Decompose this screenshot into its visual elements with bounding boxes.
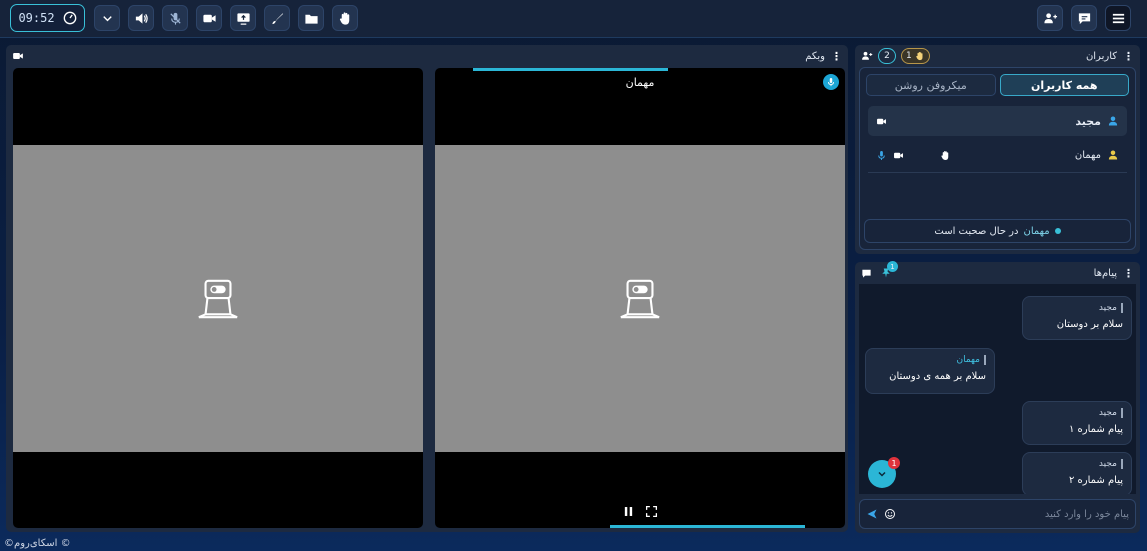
speaking-user-name: مهمان bbox=[1023, 225, 1050, 237]
files-button[interactable] bbox=[298, 5, 324, 31]
hand-icon bbox=[339, 11, 349, 25]
more-options-button[interactable] bbox=[94, 5, 120, 31]
mic-active-badge bbox=[823, 74, 839, 90]
raised-hands-badge: 1 bbox=[901, 48, 930, 64]
chat-panel-title: پیام‌ها bbox=[1093, 267, 1117, 279]
whiteboard-button[interactable] bbox=[264, 5, 290, 31]
chat-message-input[interactable] bbox=[902, 508, 1129, 520]
webcam-panel: وبکم ⋮ مهمان bbox=[6, 45, 848, 532]
user-name: مجید bbox=[1075, 114, 1101, 128]
user-icon bbox=[1108, 116, 1118, 126]
tab-mic-on[interactable]: میکروفن روشن bbox=[866, 74, 996, 96]
pause-icon[interactable] bbox=[622, 505, 635, 518]
users-icon bbox=[862, 51, 873, 60]
divider bbox=[868, 172, 1127, 173]
user-icon bbox=[1108, 150, 1118, 160]
user-name: مهمان bbox=[1074, 149, 1101, 161]
microphone-icon[interactable] bbox=[876, 150, 887, 161]
emoji-icon[interactable] bbox=[884, 508, 896, 520]
camera-button[interactable] bbox=[196, 5, 222, 31]
share-screen-button[interactable] bbox=[230, 5, 256, 31]
timer-value: 09:52 bbox=[18, 11, 55, 25]
chat-message: مجید پیام شماره ۱ bbox=[1022, 401, 1132, 445]
send-icon[interactable] bbox=[866, 508, 878, 520]
speaking-status-text: در حال صحبت است bbox=[934, 225, 1019, 237]
chat-panel-header: 1 پیام‌ها ⋮ bbox=[855, 261, 1140, 284]
hand-icon bbox=[915, 51, 923, 61]
message-sender: مجید bbox=[1099, 303, 1123, 313]
chat-message: مجید پیام شماره ۲ bbox=[1022, 452, 1132, 494]
chat-messages[interactable]: مجید سلام بر دوستان مهمان سلام بر همه ی … bbox=[859, 284, 1136, 494]
chat-composer bbox=[859, 499, 1136, 529]
raised-hands-count: 1 bbox=[906, 51, 912, 61]
message-body: پیام شماره ۲ bbox=[1068, 475, 1123, 486]
speaking-dot bbox=[1054, 228, 1061, 234]
user-count-badge: 2 bbox=[878, 48, 896, 64]
brush-icon bbox=[271, 12, 283, 24]
tab-all-users[interactable]: همه کاربران bbox=[999, 74, 1129, 96]
unread-badge: 1 bbox=[888, 457, 900, 469]
message-sender: مجید bbox=[1099, 459, 1123, 469]
hand-icon[interactable] bbox=[940, 150, 951, 161]
message-body: پیام شماره ۱ bbox=[1068, 424, 1123, 435]
chat-message: مهمان سلام بر همه ی دوستان bbox=[865, 348, 995, 394]
video-camera-icon bbox=[202, 14, 216, 22]
chevron-down-icon bbox=[878, 471, 886, 477]
user-row-guest[interactable]: مهمان bbox=[868, 140, 1127, 170]
message-body: سلام بر همه ی دوستان bbox=[889, 371, 986, 382]
session-timer: 09:52 bbox=[10, 4, 85, 32]
main-menu-button[interactable] bbox=[1105, 5, 1131, 31]
chat-icon bbox=[1078, 12, 1090, 24]
users-panel: 2 1 کاربران ⋮ میکروفن روشن همه کاربران م… bbox=[855, 45, 1140, 254]
kebab-menu-icon[interactable]: ⋮ bbox=[1123, 267, 1134, 280]
webcam-off-icon bbox=[620, 279, 660, 318]
chat-message: مجید سلام بر دوستان bbox=[1022, 296, 1132, 340]
kebab-menu-icon[interactable]: ⋮ bbox=[831, 50, 842, 63]
participant-name: مهمان bbox=[625, 76, 655, 89]
chat-panel-toggle-button[interactable] bbox=[1071, 5, 1097, 31]
webcam-panel-title: وبکم bbox=[805, 50, 825, 62]
video-camera-icon[interactable] bbox=[893, 150, 904, 161]
footer-brand: ©اسکای‌روم © bbox=[4, 538, 71, 549]
message-sender: مجید bbox=[1099, 408, 1123, 418]
video-tile-2[interactable]: مهمان bbox=[435, 68, 845, 528]
top-toolbar: 09:52 bbox=[0, 0, 1147, 38]
timer-icon bbox=[63, 11, 76, 25]
users-panel-title: کاربران bbox=[1085, 50, 1117, 62]
users-panel-toggle-button[interactable] bbox=[1037, 5, 1063, 31]
video-placeholder bbox=[13, 145, 423, 452]
pin-badge: 1 bbox=[887, 261, 898, 272]
speaker-button[interactable] bbox=[128, 5, 154, 31]
speaker-icon bbox=[135, 12, 148, 24]
screen-share-icon bbox=[236, 12, 250, 25]
message-sender: مهمان bbox=[956, 355, 986, 365]
speaking-status: در حال صحبت است مهمان bbox=[864, 219, 1131, 243]
webcam-panel-header: وبکم ⋮ bbox=[6, 45, 848, 67]
raise-hand-button[interactable] bbox=[332, 5, 358, 31]
microphone-button[interactable] bbox=[162, 5, 188, 31]
message-body: سلام بر دوستان bbox=[1056, 319, 1123, 330]
users-list-container: میکروفن روشن همه کاربران مجید مهمان در ح… bbox=[859, 67, 1136, 250]
chat-panel: 1 پیام‌ها ⋮ مجید سلام بر دوستان مهمان سل… bbox=[855, 261, 1140, 533]
video-placeholder bbox=[435, 145, 845, 452]
kebab-menu-icon[interactable]: ⋮ bbox=[1123, 50, 1134, 63]
users-icon bbox=[1043, 12, 1057, 23]
folder-icon bbox=[304, 14, 318, 24]
video-camera-icon[interactable] bbox=[876, 116, 887, 127]
chat-icon bbox=[862, 269, 871, 278]
user-row-majid[interactable]: مجید bbox=[868, 106, 1127, 136]
speaking-indicator-bottom bbox=[610, 525, 805, 528]
speaking-indicator-top bbox=[473, 68, 668, 71]
fullscreen-icon[interactable] bbox=[645, 505, 658, 518]
users-panel-header: 2 1 کاربران ⋮ bbox=[855, 45, 1140, 67]
hamburger-menu-icon bbox=[1112, 13, 1124, 23]
users-tabs: میکروفن روشن همه کاربران bbox=[866, 74, 1129, 96]
video-tile-1[interactable] bbox=[13, 68, 423, 528]
video-camera-icon bbox=[13, 53, 23, 59]
chevron-down-icon bbox=[102, 15, 112, 21]
microphone-muted-icon bbox=[169, 12, 181, 25]
video-controls bbox=[435, 505, 845, 518]
webcam-off-icon bbox=[198, 279, 238, 318]
microphone-icon bbox=[828, 77, 834, 87]
